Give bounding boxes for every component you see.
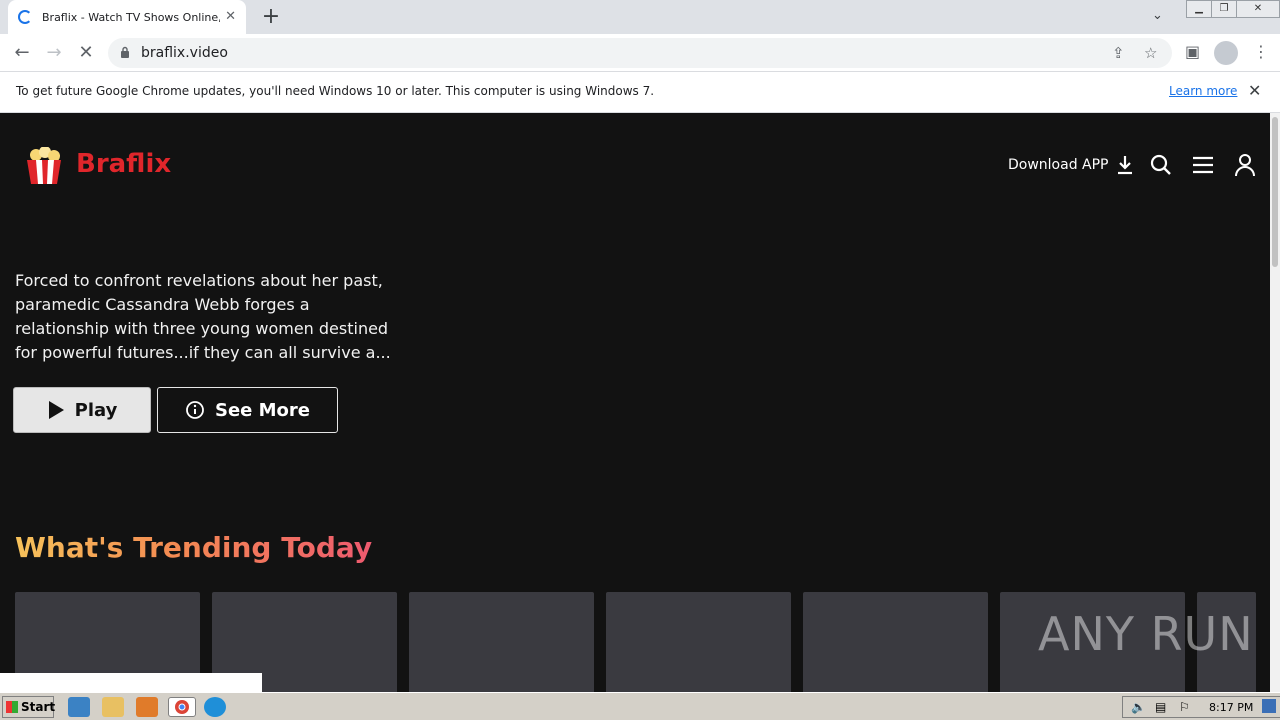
scrollbar-thumb[interactable]: [1272, 117, 1278, 267]
minimize-button[interactable]: ▁: [1186, 0, 1212, 18]
url-text: braflix.video: [141, 45, 228, 61]
tab-title: Braflix - Watch TV Shows Online, Watch: [42, 10, 220, 24]
action-center-flag-icon[interactable]: ⚐: [1179, 700, 1190, 714]
trending-card[interactable]: [409, 592, 594, 692]
download-icon[interactable]: [1116, 155, 1134, 175]
trending-section-title: What's Trending Today: [15, 531, 373, 564]
tab-close-icon[interactable]: ✕: [225, 9, 236, 24]
show-desktop-icon[interactable]: [1262, 699, 1276, 713]
restore-button[interactable]: ❐: [1211, 0, 1237, 18]
infobar-message: To get future Google Chrome updates, you…: [16, 84, 655, 98]
edge-icon[interactable]: [204, 697, 226, 717]
system-tray: 🔈 ▤ ⚐: [1122, 696, 1280, 718]
browser-toolbar: ← → ✕ braflix.video ⇪ ☆ ▣ ⋮: [0, 34, 1280, 72]
user-account-icon[interactable]: [1234, 153, 1256, 177]
popcorn-logo-icon: [27, 147, 61, 184]
info-icon: [186, 401, 204, 419]
page-scrollbar[interactable]: [1270, 113, 1280, 692]
window-close-button[interactable]: ✕: [1236, 0, 1280, 18]
bookmark-star-icon[interactable]: ☆: [1144, 44, 1157, 62]
start-button[interactable]: Start: [2, 696, 56, 718]
tab-strip: Braflix - Watch TV Shows Online, Watch ✕…: [0, 0, 1280, 34]
side-panel-icon[interactable]: ▣: [1185, 42, 1200, 61]
brand-name[interactable]: Braflix: [76, 149, 171, 179]
windows-logo-icon: [6, 701, 18, 713]
infobar-close-icon[interactable]: ✕: [1248, 81, 1261, 100]
ie-icon[interactable]: [68, 697, 90, 717]
see-more-button[interactable]: See More: [157, 387, 338, 433]
status-bubble: [0, 673, 262, 692]
play-button[interactable]: Play: [13, 387, 151, 433]
learn-more-link[interactable]: Learn more: [1169, 84, 1237, 98]
profile-avatar[interactable]: [1214, 41, 1238, 65]
trending-card[interactable]: [606, 592, 791, 692]
hero-description: Forced to confront revelations about her…: [15, 271, 391, 362]
play-label: Play: [74, 399, 118, 421]
page-content: Braflix Download APP Forced to confront …: [0, 113, 1270, 692]
media-player-icon[interactable]: [136, 697, 158, 717]
lock-icon: [121, 46, 129, 58]
loading-spinner-icon: [18, 10, 32, 24]
stop-loading-icon[interactable]: ✕: [74, 42, 98, 64]
play-icon: [48, 401, 64, 419]
forward-arrow-icon[interactable]: →: [42, 42, 66, 64]
explorer-folder-icon[interactable]: [102, 697, 124, 717]
hamburger-menu-icon[interactable]: [1192, 156, 1214, 174]
trending-card[interactable]: [803, 592, 988, 692]
chrome-icon[interactable]: [168, 697, 196, 717]
window-controls: ▁ ❐ ✕: [1186, 0, 1280, 20]
start-label: Start: [21, 700, 56, 714]
download-app-link[interactable]: Download APP: [1008, 157, 1109, 173]
volume-icon[interactable]: 🔈: [1131, 700, 1146, 714]
browser-tab[interactable]: Braflix - Watch TV Shows Online, Watch ✕: [8, 0, 246, 34]
back-arrow-icon[interactable]: ←: [10, 42, 34, 64]
network-icon[interactable]: ▤: [1155, 700, 1166, 714]
tab-search-chevron-icon[interactable]: ⌄: [1152, 8, 1163, 23]
new-tab-button[interactable]: +: [260, 4, 282, 30]
see-more-label: See More: [214, 399, 310, 421]
search-icon[interactable]: [1150, 154, 1172, 176]
windows-taskbar: Start 🔈 ▤ ⚐ 8:17 PM: [0, 692, 1280, 720]
anyrun-watermark: ANY RUN: [1038, 607, 1254, 661]
share-icon[interactable]: ⇪: [1112, 44, 1125, 62]
update-infobar: To get future Google Chrome updates, you…: [0, 72, 1280, 113]
kebab-menu-icon[interactable]: ⋮: [1253, 42, 1269, 61]
address-bar[interactable]: braflix.video ⇪ ☆: [108, 38, 1172, 68]
taskbar-clock[interactable]: 8:17 PM: [1209, 701, 1253, 714]
